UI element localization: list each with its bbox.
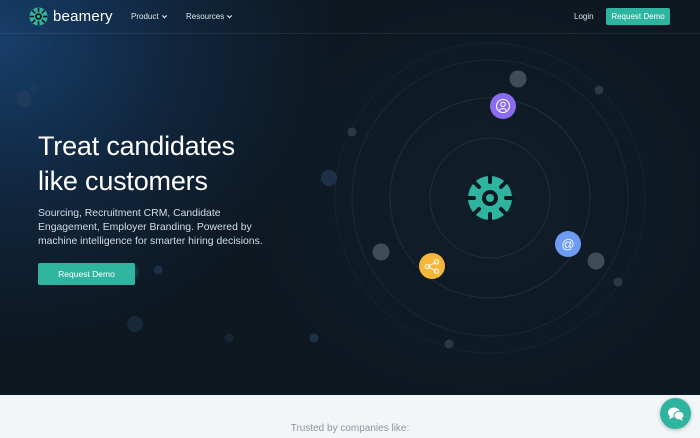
decorative-dot xyxy=(594,85,604,95)
login-link[interactable]: Login xyxy=(574,12,594,21)
decorative-dot xyxy=(127,316,143,332)
svg-text:@: @ xyxy=(561,237,574,252)
chevron-down-icon xyxy=(227,15,233,19)
top-navigation: beamery Product Resources Login Request … xyxy=(0,0,700,34)
headline-line-2: like customers xyxy=(38,166,208,196)
nav-resources-dropdown[interactable]: Resources xyxy=(186,12,233,21)
nav-resources-label: Resources xyxy=(186,12,225,21)
nav-product-label: Product xyxy=(131,12,159,21)
brand-name: beamery xyxy=(53,8,113,25)
decorative-dot xyxy=(16,91,32,107)
hero-request-demo-button[interactable]: Request Demo xyxy=(38,263,135,285)
center-logo-icon xyxy=(464,172,516,224)
trusted-label: Trusted by companies like: xyxy=(290,423,410,434)
decorative-dot xyxy=(224,333,234,343)
decorative-dot xyxy=(509,70,527,88)
hero-section: @ beamery Product Resources Login Reques… xyxy=(0,0,700,395)
user-icon xyxy=(490,93,516,119)
hero-subtext: Sourcing, Recruitment CRM, Candidate Eng… xyxy=(38,208,263,247)
share-icon xyxy=(419,253,445,279)
chat-widget-button[interactable] xyxy=(660,398,691,429)
decorative-dot xyxy=(347,127,357,137)
decorative-dot xyxy=(29,83,39,93)
decorative-dot xyxy=(321,170,337,186)
decorative-dot xyxy=(372,243,390,261)
brand-logo[interactable]: beamery xyxy=(29,7,113,26)
decorative-dot xyxy=(613,277,623,287)
decorative-dot xyxy=(309,333,319,343)
nav-request-demo-button[interactable]: Request Demo xyxy=(606,8,670,25)
at-sign-icon: @ xyxy=(555,231,581,257)
beamery-logo-icon xyxy=(29,7,48,26)
nav-product-dropdown[interactable]: Product xyxy=(131,12,168,21)
decorative-dot xyxy=(444,339,454,349)
headline-line-1: Treat candidates xyxy=(38,131,235,161)
decorative-dot xyxy=(153,265,163,275)
decorative-dot xyxy=(587,252,605,270)
chevron-down-icon xyxy=(161,15,167,19)
chat-icon xyxy=(667,407,684,421)
hero-headline: Treat candidates like customers xyxy=(38,129,318,199)
